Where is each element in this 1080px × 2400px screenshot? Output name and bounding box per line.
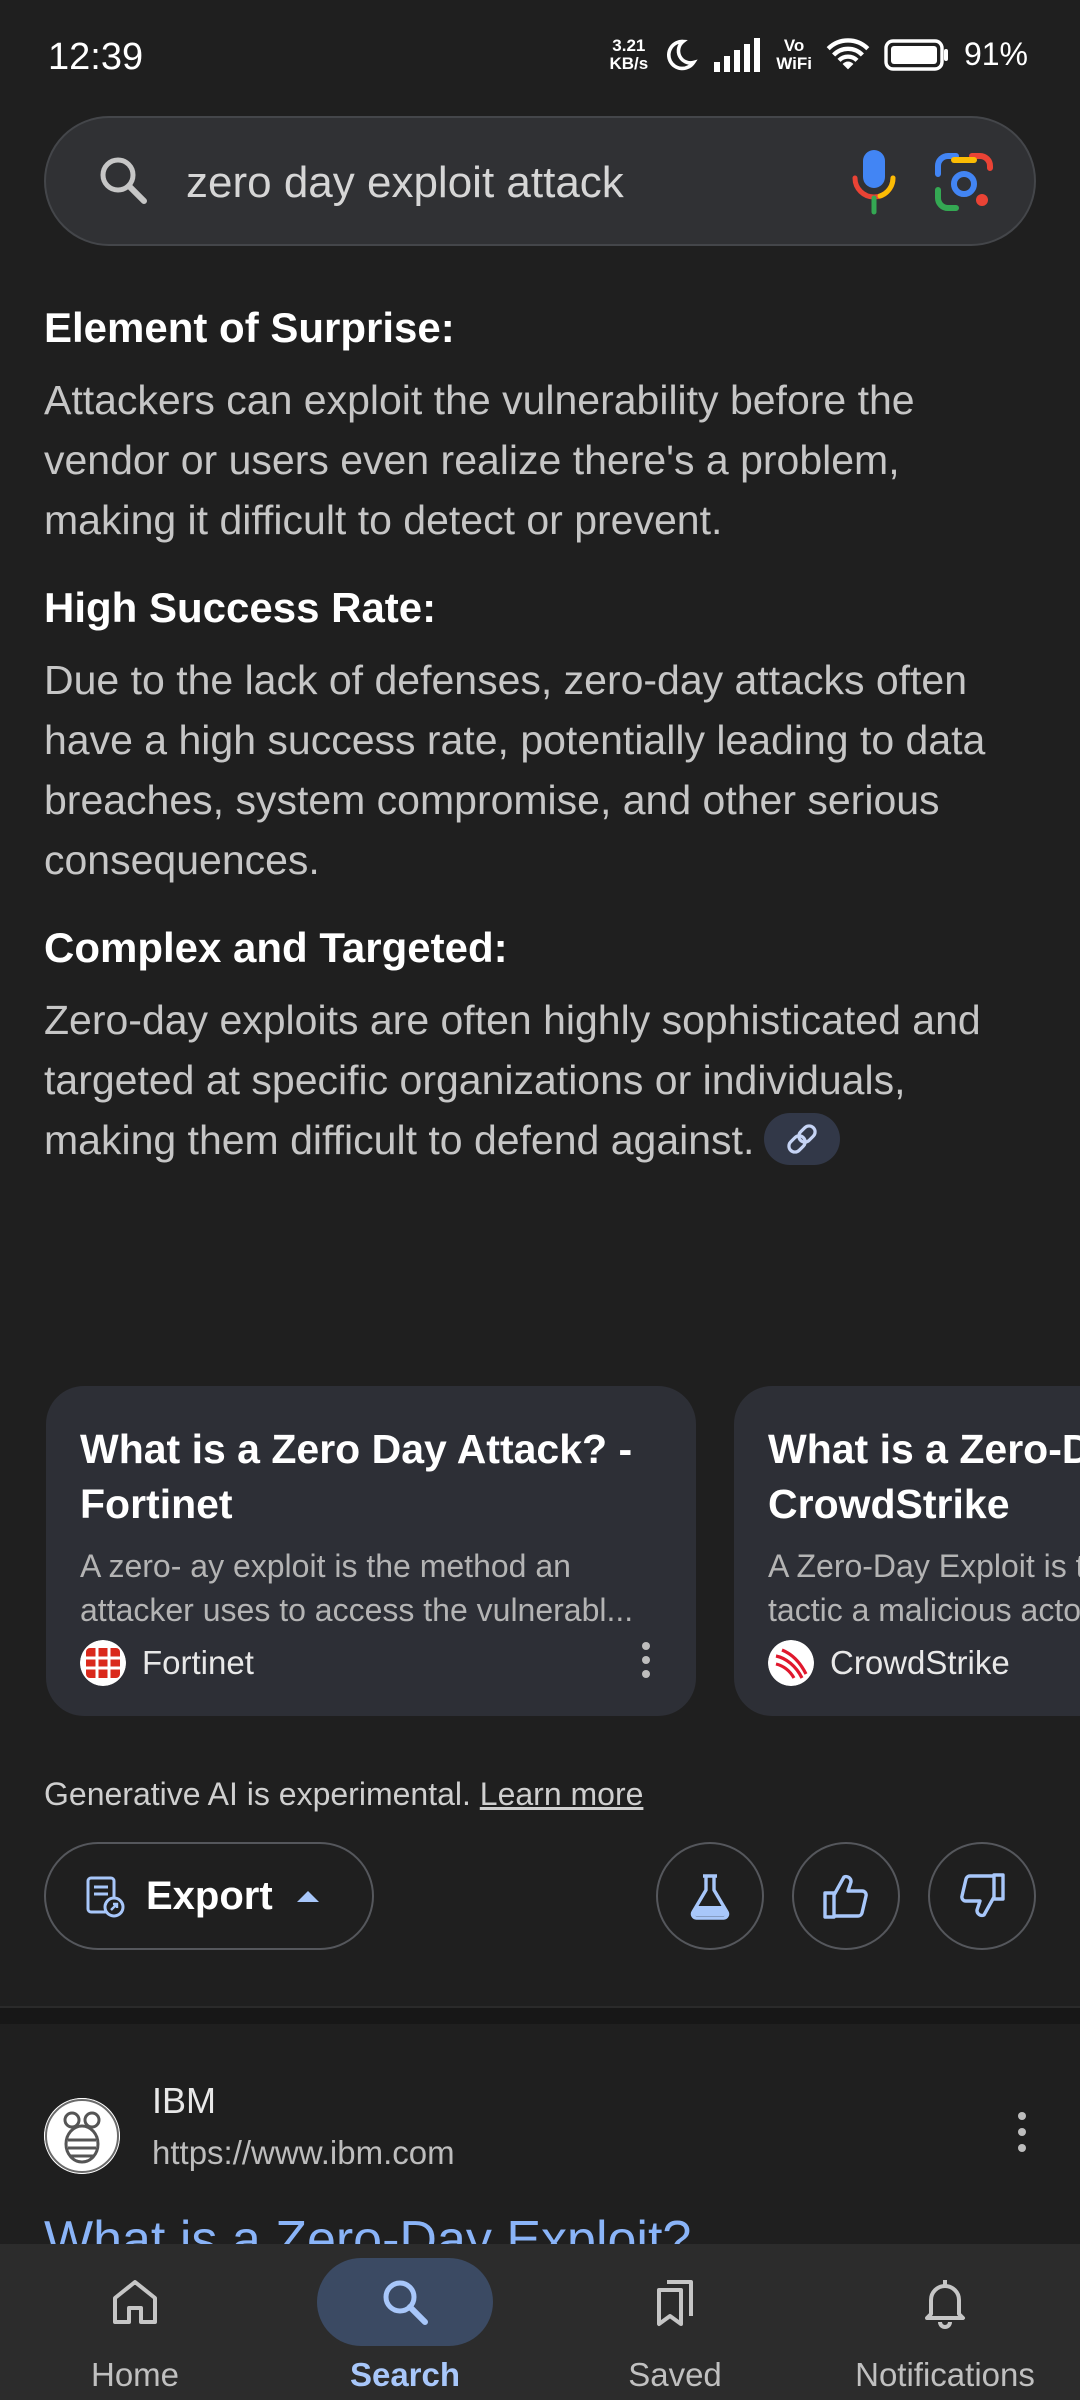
card-title: What is a Zero Day Attack? - Fortinet (80, 1426, 633, 1527)
ai-disclaimer: Generative AI is experimental. Learn mor… (44, 1776, 643, 1813)
card-source-name: CrowdStrike (830, 1644, 1010, 1681)
thumbs-down-button[interactable] (928, 1842, 1036, 1950)
more-options-icon[interactable] (640, 1640, 652, 1680)
nav-item-notifications[interactable]: Notifications (810, 2244, 1080, 2400)
result-url: https://www.ibm.com (152, 2134, 455, 2171)
caret-up-icon (296, 1891, 319, 1902)
home-icon (113, 2280, 157, 2324)
search-result[interactable]: IBM https://www.ibm.com What is a Zero-D… (0, 2030, 1080, 2250)
overview-section: High Success Rate: Due to the lack of de… (44, 580, 1034, 890)
nav-item-search[interactable]: Search (270, 2244, 540, 2400)
vowifi-indicator: Vo WiFi (776, 35, 812, 73)
card-snippet: A zero- ay exploit is the method an atta… (80, 1548, 634, 1628)
disclaimer-text: Generative AI is experimental. (44, 1776, 471, 1812)
status-icons: 3.21 KB/s Vo WiFi 91% (609, 36, 1028, 73)
nav-item-home[interactable]: Home (0, 2244, 270, 2400)
overview-section: Complex and Targeted: Zero-day exploits … (44, 920, 1034, 1170)
status-bar: 12:39 3.21 KB/s Vo WiFi 91% (0, 0, 1080, 120)
source-link-chip[interactable] (764, 1113, 841, 1166)
moon-icon (667, 39, 698, 70)
ai-overview-content: Element of Surprise: Attackers can explo… (44, 300, 1034, 1200)
link-icon (787, 1124, 818, 1154)
section-body: Attackers can exploit the vulnerability … (44, 377, 915, 543)
card-source: CrowdStrike (768, 1640, 1010, 1686)
section-divider (0, 2006, 1080, 2024)
nav-item-saved[interactable]: Saved (540, 2244, 810, 2400)
network-speed: 3.21 KB/s (609, 35, 649, 73)
section-body: Due to the lack of defenses, zero-day at… (44, 657, 986, 883)
card-source-name: Fortinet (142, 1644, 254, 1681)
app-screen: 12:39 3.21 KB/s Vo WiFi 91% zero day exp… (0, 0, 1080, 2400)
more-options-icon[interactable] (1016, 2110, 1028, 2154)
overview-section: Element of Surprise: Attackers can explo… (44, 300, 1034, 550)
export-label: Export (146, 1873, 273, 1918)
source-cards-carousel[interactable]: What is a Zero Day Attack? - Fortinet A … (46, 1386, 1080, 1718)
nav-label: Search (349, 2356, 461, 2393)
battery-percent: 91% (963, 36, 1028, 72)
source-card[interactable]: What is a Zero Day Attack? - Fortinet A … (46, 1386, 696, 1716)
crowdstrike-logo-icon (768, 1640, 814, 1686)
bell-icon (925, 2280, 965, 2329)
section-heading: High Success Rate: (44, 584, 437, 631)
nav-label: Notifications (855, 2356, 1035, 2393)
learn-more-link[interactable]: Learn more (480, 1776, 644, 1812)
status-time: 12:39 (48, 36, 144, 78)
nav-label: Saved (628, 2356, 722, 2393)
thumbs-up-button[interactable] (792, 1842, 900, 1950)
google-lens-icon[interactable] (932, 150, 996, 214)
thumbs-down-icon (960, 1873, 1005, 1918)
section-heading: Element of Surprise: (44, 304, 455, 351)
card-source: Fortinet (80, 1640, 254, 1686)
nav-label: Home (90, 2356, 180, 2393)
export-button[interactable]: Export (44, 1842, 374, 1950)
signal-icon (714, 37, 761, 72)
wifi-icon (826, 37, 870, 69)
battery-icon (884, 38, 948, 71)
bottom-navigation: Home Search Saved Notifications (0, 2244, 1080, 2400)
section-heading: Complex and Targeted: (44, 924, 508, 971)
result-site-name: IBM (152, 2080, 217, 2121)
search-icon[interactable] (94, 151, 154, 211)
card-title: What is a Zero-Day Exploit? - CrowdStrik… (768, 1426, 1080, 1527)
search-icon (383, 2280, 428, 2325)
bookmarks-icon (657, 2280, 693, 2326)
source-card[interactable]: What is a Zero-Day Exploit? - CrowdStrik… (734, 1386, 1080, 1716)
search-bar[interactable] (44, 116, 1036, 246)
section-body-wrap: Zero-day exploits are often highly sophi… (44, 990, 1034, 1170)
microphone-icon[interactable] (846, 146, 902, 216)
ibm-site-icon (44, 2098, 120, 2174)
export-doc-icon (86, 1876, 125, 1918)
fortinet-logo-icon (80, 1640, 126, 1686)
labs-button[interactable] (656, 1842, 764, 1950)
flask-icon (690, 1874, 730, 1920)
search-input[interactable] (186, 148, 806, 218)
card-snippet: A Zero-Day Exploit is the technique or t… (768, 1548, 1080, 1628)
thumbs-up-icon (823, 1874, 868, 1919)
